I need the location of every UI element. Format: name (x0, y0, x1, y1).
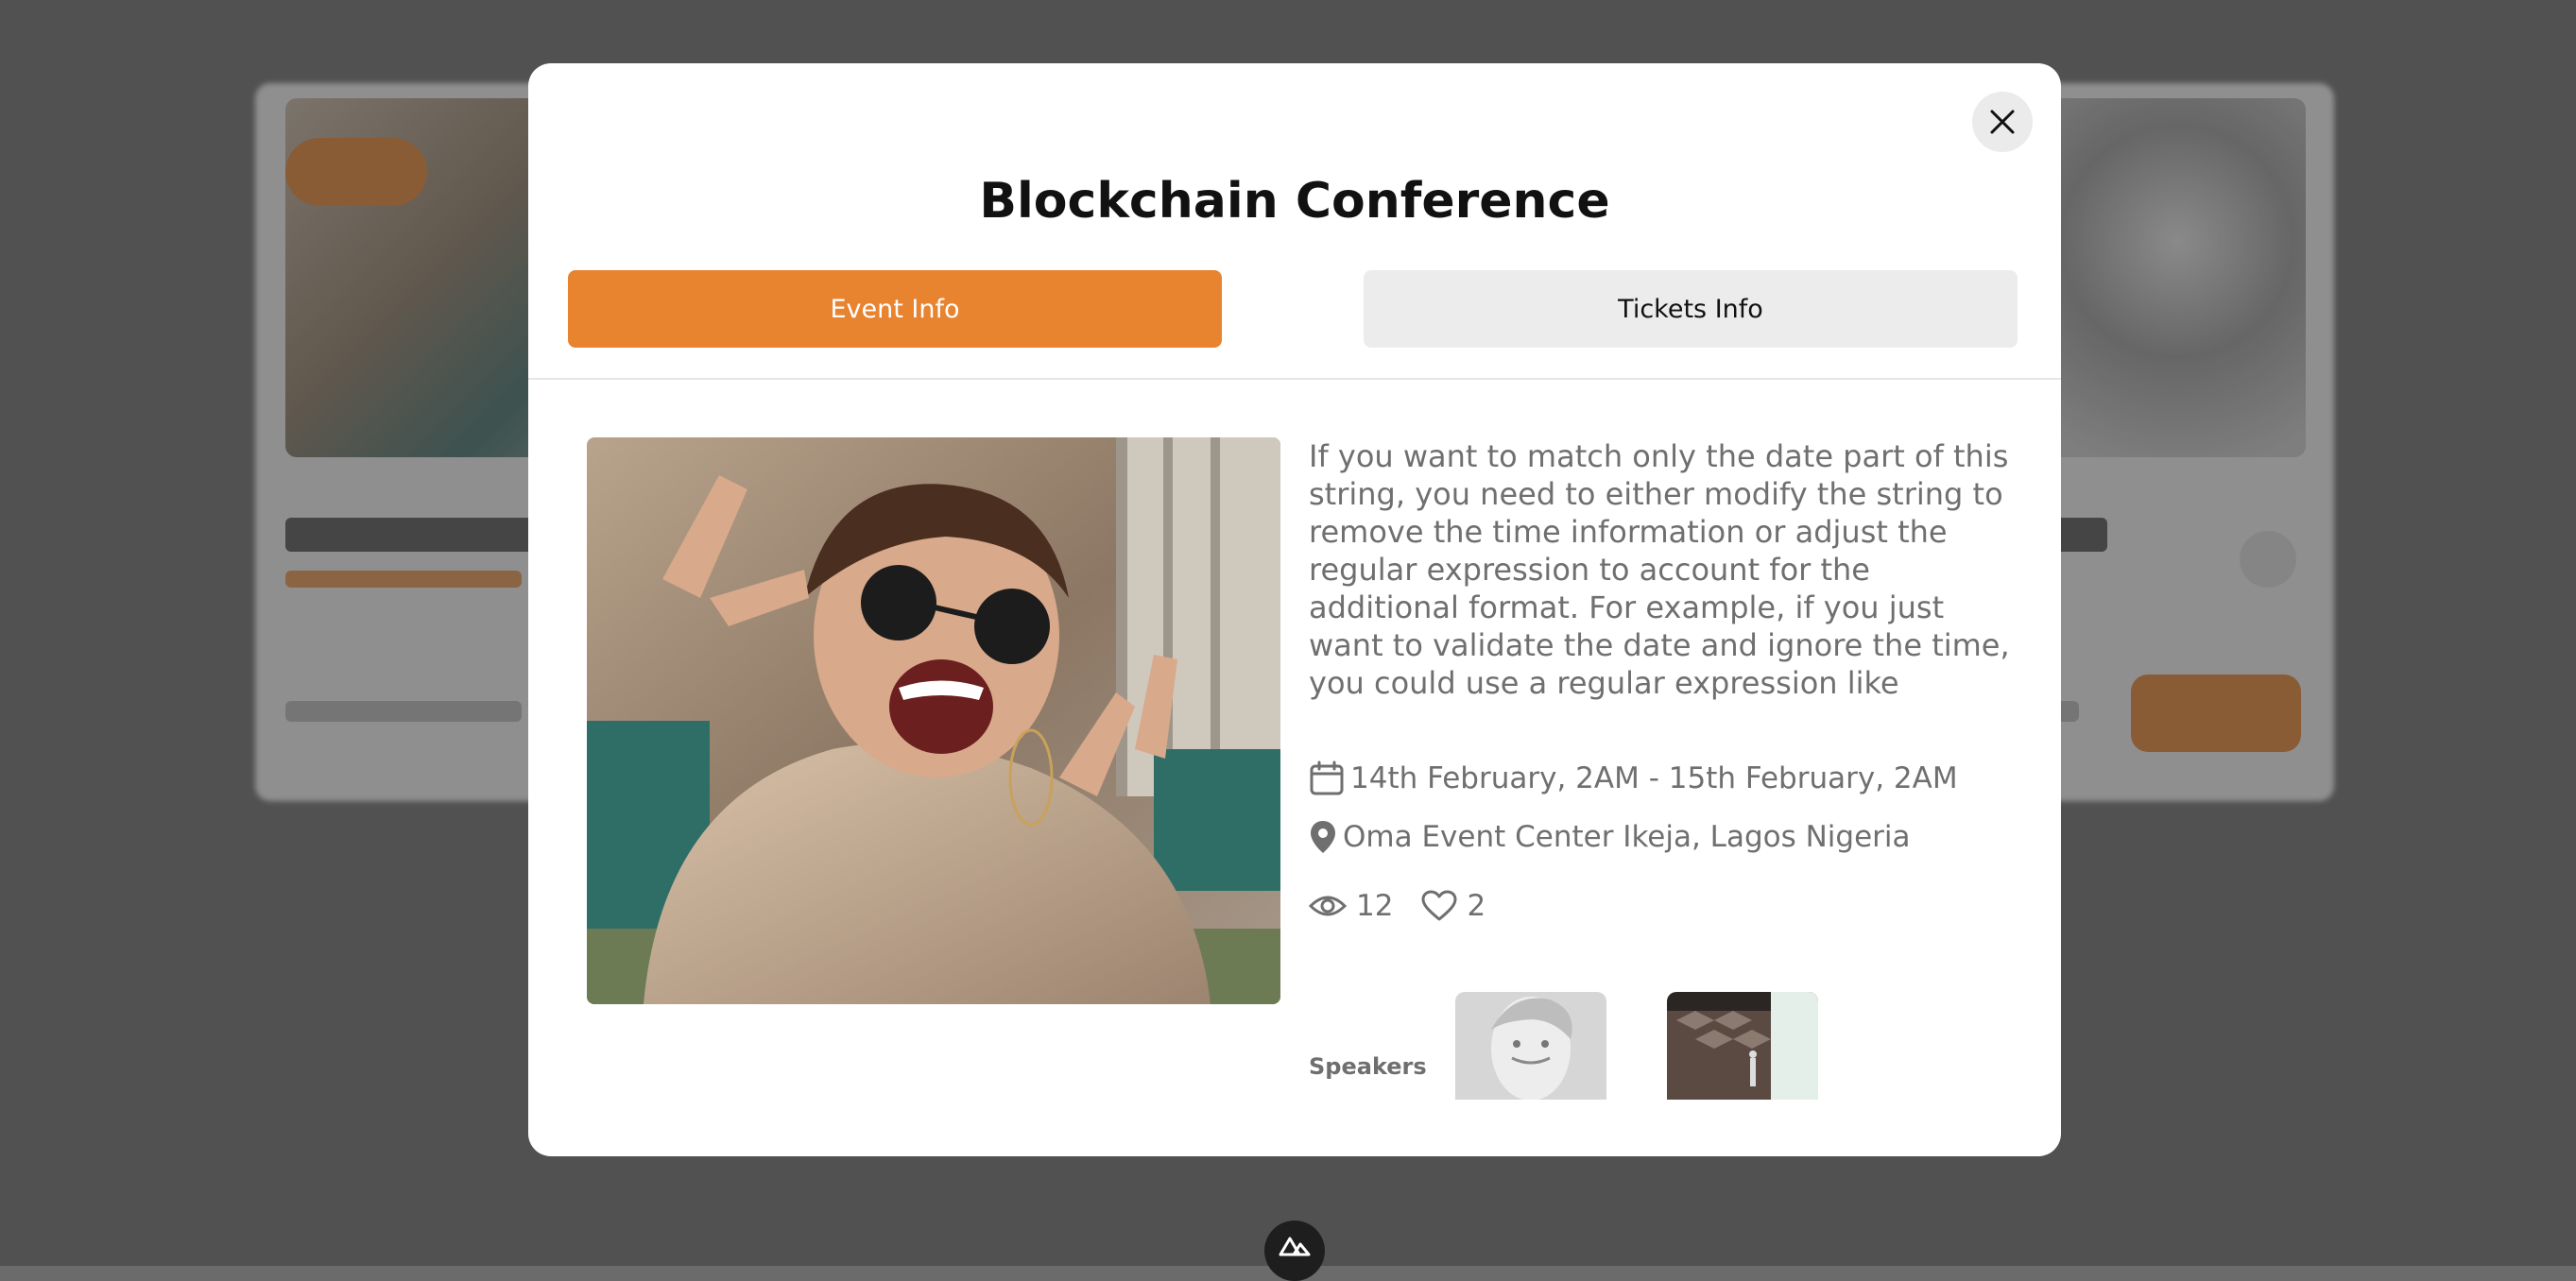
event-date-row: 14th February, 2AM - 15th February, 2AM (1309, 760, 1958, 796)
likes-stat[interactable]: 2 (1421, 889, 1485, 923)
close-icon (1990, 110, 2015, 134)
modal-title: Blockchain Conference (979, 173, 1610, 230)
divider (528, 378, 2061, 380)
tab-tickets-info[interactable]: Tickets Info (1364, 270, 2018, 348)
views-count: 12 (1356, 889, 1394, 923)
event-details-modal: Blockchain Conference Event Info Tickets… (528, 63, 2061, 1156)
nuxt-logo-icon (1279, 1237, 1311, 1256)
location-pin-icon (1309, 819, 1337, 855)
nuxt-devtools-button[interactable] (1264, 1221, 1325, 1281)
heart-icon[interactable] (1421, 890, 1457, 922)
event-image (587, 437, 1280, 1004)
speakers-label: Speakers (1309, 1053, 1427, 1080)
tab-event-info[interactable]: Event Info (568, 270, 1222, 348)
event-location-row: Oma Event Center Ikeja, Lagos Nigeria (1309, 819, 1911, 855)
close-button[interactable] (1972, 92, 2033, 152)
speaker-avatar[interactable] (1455, 992, 1606, 1100)
eye-icon (1309, 893, 1347, 919)
event-description: If you want to match only the date part … (1309, 438, 2010, 701)
speaker-avatar[interactable] (1667, 992, 1818, 1100)
views-stat: 12 (1309, 889, 1393, 923)
likes-count: 2 (1467, 889, 1486, 923)
event-location: Oma Event Center Ikeja, Lagos Nigeria (1343, 820, 1911, 854)
event-date: 14th February, 2AM - 15th February, 2AM (1350, 761, 1958, 795)
event-stats-row: 12 2 (1309, 889, 1514, 923)
calendar-icon (1309, 760, 1345, 796)
